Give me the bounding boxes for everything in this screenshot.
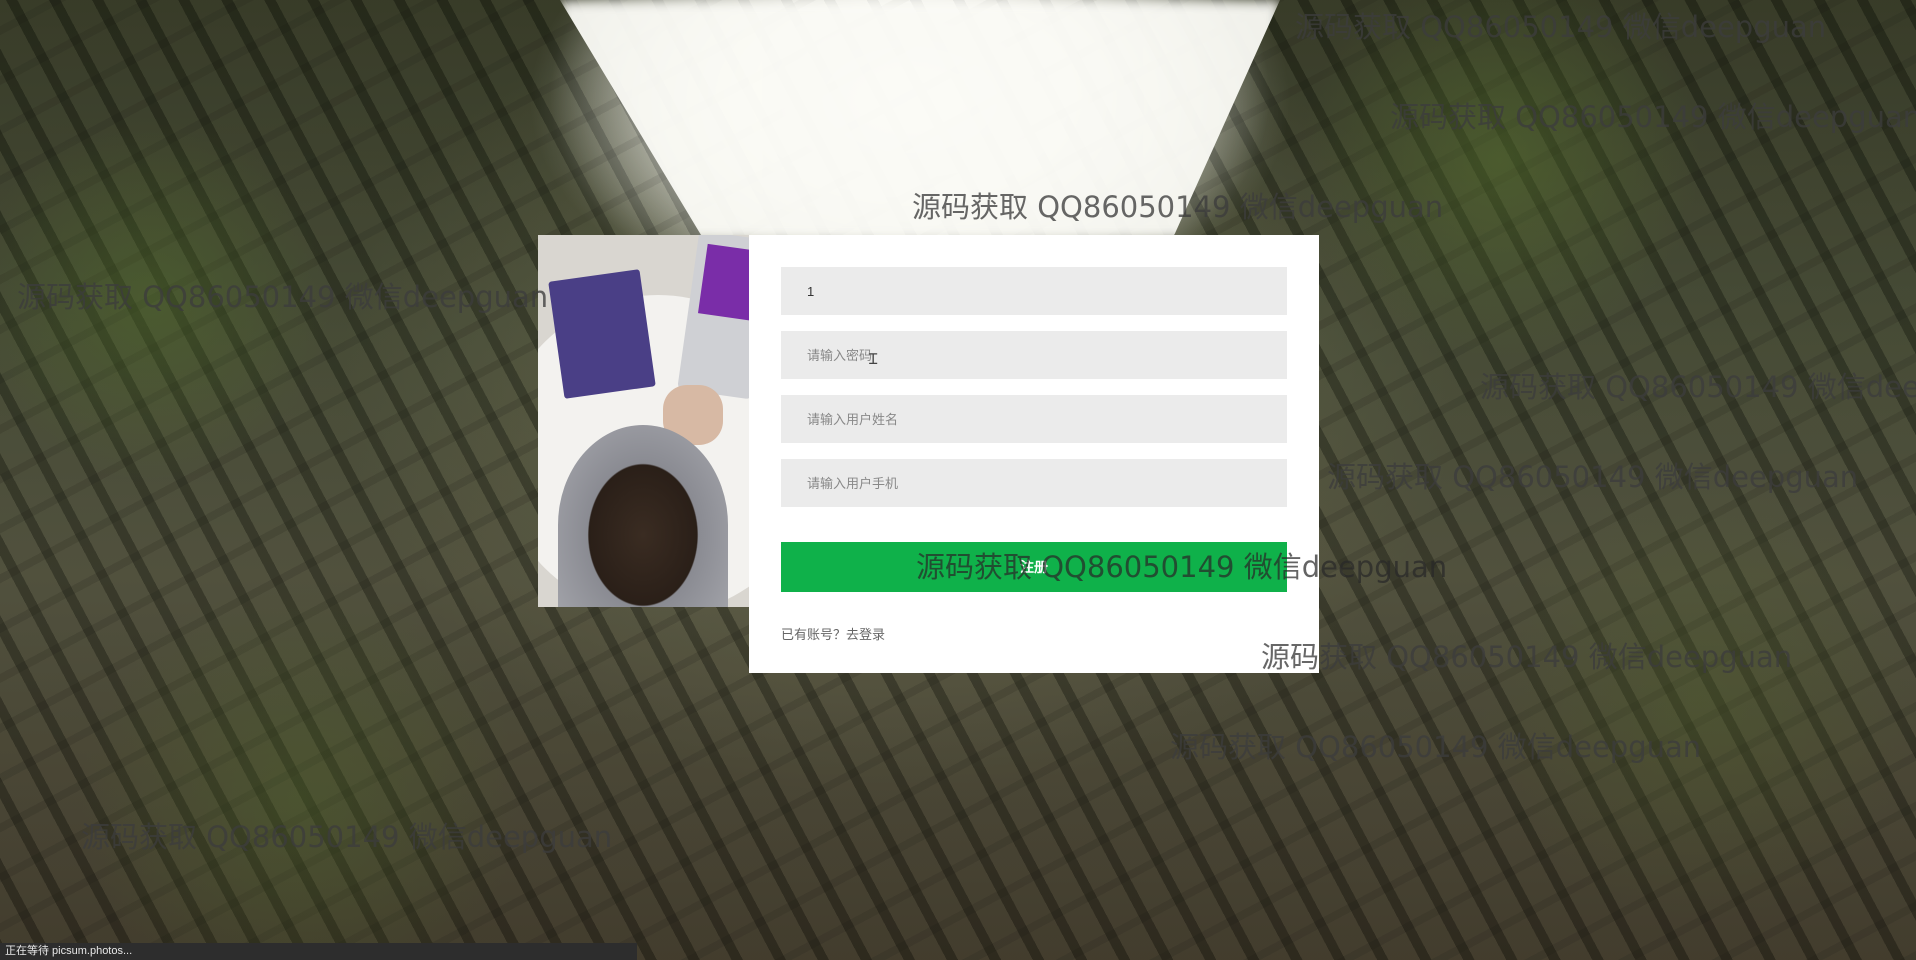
register-button[interactable]: 注册 <box>781 542 1287 592</box>
text-cursor-icon: Ɪ <box>869 350 878 368</box>
photo-laptop-screen <box>697 243 749 322</box>
register-card: 注册 已有账号？去登录 <box>749 235 1319 673</box>
background-blurred-title <box>770 48 1170 118</box>
login-link[interactable]: 已有账号？去登录 <box>781 624 885 643</box>
photo-notebook <box>548 269 656 399</box>
browser-status-bar: 正在等待 picsum.photos... <box>0 943 637 960</box>
realname-input[interactable] <box>781 395 1287 443</box>
password-input[interactable] <box>781 331 1287 379</box>
photo-laptop <box>677 235 749 400</box>
phone-input[interactable] <box>781 459 1287 507</box>
side-photo <box>538 235 749 607</box>
username-input[interactable] <box>781 267 1287 315</box>
